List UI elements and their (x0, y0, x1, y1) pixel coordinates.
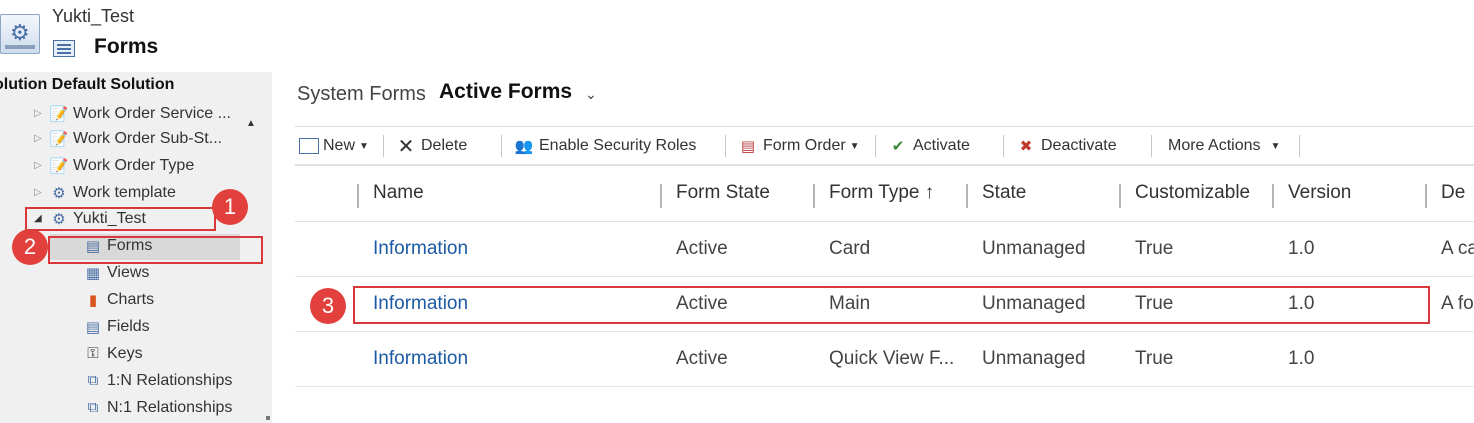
form-icon: 📝 (49, 105, 69, 123)
forms-icon (53, 40, 75, 57)
keys-icon: ⚿ (87, 345, 99, 362)
annotation-badge-2: 2 (12, 229, 48, 265)
tree-item-work-order-type[interactable]: ▷ 📝 Work Order Type (34, 152, 194, 179)
caret-down-icon: ▼ (1270, 140, 1281, 152)
view-selector[interactable]: Active Forms (439, 80, 572, 104)
annotation-badge-3: 3 (310, 288, 346, 324)
column-header-form-state[interactable]: Form State (676, 182, 770, 204)
tree-item-n1-relationships[interactable]: ⧉ N:1 Relationships (82, 394, 233, 421)
relationship-icon: ⧉ (87, 372, 99, 389)
deactivate-icon: ✖ (1019, 138, 1033, 155)
table-row[interactable]: Information Active Quick View F... Unman… (295, 332, 1474, 387)
tree-item-work-template[interactable]: ▷ ⚙ Work template (34, 179, 176, 206)
column-header-state[interactable]: State (982, 182, 1026, 204)
annotation-box-2 (48, 236, 263, 264)
tree-item-keys[interactable]: ⚿ Keys (82, 340, 142, 367)
expand-arrow-icon[interactable]: ▷ (34, 187, 48, 198)
tree-item-work-order-service[interactable]: ▷ 📝 Work Order Service ... (34, 102, 231, 127)
form-order-button[interactable]: ▤ Form Order ▼ (737, 135, 860, 157)
view-label: System Forms (297, 83, 426, 105)
scroll-up-arrow-icon[interactable]: ▲ (246, 118, 256, 129)
tree-item-work-order-sub-status[interactable]: ▷ 📝 Work Order Sub-St... (34, 125, 222, 152)
new-icon (299, 138, 319, 154)
caret-down-icon: ▼ (849, 140, 860, 152)
form-order-icon: ▤ (740, 138, 756, 155)
column-header-description[interactable]: De (1441, 182, 1465, 204)
table-row[interactable]: Information Active Card Unmanaged True 1… (295, 222, 1474, 277)
grid-header: Name Form State Form Type ↑ State Custom… (295, 164, 1474, 222)
activate-button[interactable]: ✔ Activate (887, 135, 970, 157)
activate-icon: ✔ (891, 138, 905, 155)
tree-item-fields[interactable]: ▤ Fields (82, 313, 150, 340)
solution-entity-icon: ⚙ (0, 14, 40, 54)
new-button[interactable]: New ▼ (299, 135, 369, 157)
tree-item-charts[interactable]: ▮ Charts (82, 286, 154, 313)
scrollbar-thumb[interactable] (266, 416, 270, 420)
entity-gear-icon: ⚙ (52, 184, 66, 202)
toolbar: New ▼ ✕ Delete 👥 Enable Security Roles ▤… (295, 126, 1474, 164)
main-panel: System Forms Active Forms ⌄ New ▼ ✕ Dele… (280, 72, 1474, 423)
caret-down-icon: ▼ (359, 140, 369, 152)
enable-security-roles-button[interactable]: 👥 Enable Security Roles (513, 135, 697, 157)
security-roles-icon: 👥 (514, 138, 534, 155)
solution-title: olution Default Solution (0, 76, 175, 93)
annotation-box-1 (25, 207, 216, 231)
views-icon: ▦ (85, 264, 101, 282)
deactivate-button[interactable]: ✖ Deactivate (1015, 135, 1117, 157)
app-name: Yukti_Test (52, 6, 135, 26)
column-header-customizable[interactable]: Customizable (1135, 182, 1250, 204)
page-title: Forms (94, 35, 159, 58)
chevron-down-icon[interactable]: ⌄ (585, 86, 597, 103)
tree-item-1n-relationships[interactable]: ⧉ 1:N Relationships (82, 367, 233, 394)
form-name-link[interactable]: Information (373, 348, 468, 370)
relationship-icon: ⧉ (87, 399, 99, 416)
expand-arrow-icon[interactable]: ▷ (34, 133, 48, 144)
expand-arrow-icon[interactable]: ▷ (34, 160, 48, 171)
charts-icon: ▮ (88, 291, 98, 309)
gear-icon: ⚙ (10, 20, 30, 45)
form-name-link[interactable]: Information (373, 238, 468, 260)
form-icon: 📝 (49, 157, 69, 175)
delete-icon: ✕ (397, 135, 415, 158)
fields-icon: ▤ (85, 318, 101, 336)
delete-button[interactable]: ✕ Delete (395, 135, 468, 158)
more-actions-button[interactable]: More Actions ▼ (1168, 135, 1280, 157)
annotation-box-3 (353, 286, 1430, 324)
annotation-badge-1: 1 (212, 189, 248, 225)
form-icon: 📝 (49, 130, 69, 148)
expand-arrow-icon[interactable]: ▷ (34, 108, 48, 119)
column-header-version[interactable]: Version (1288, 182, 1351, 204)
column-header-name[interactable]: Name (373, 182, 424, 204)
column-header-form-type[interactable]: Form Type ↑ (829, 182, 934, 204)
